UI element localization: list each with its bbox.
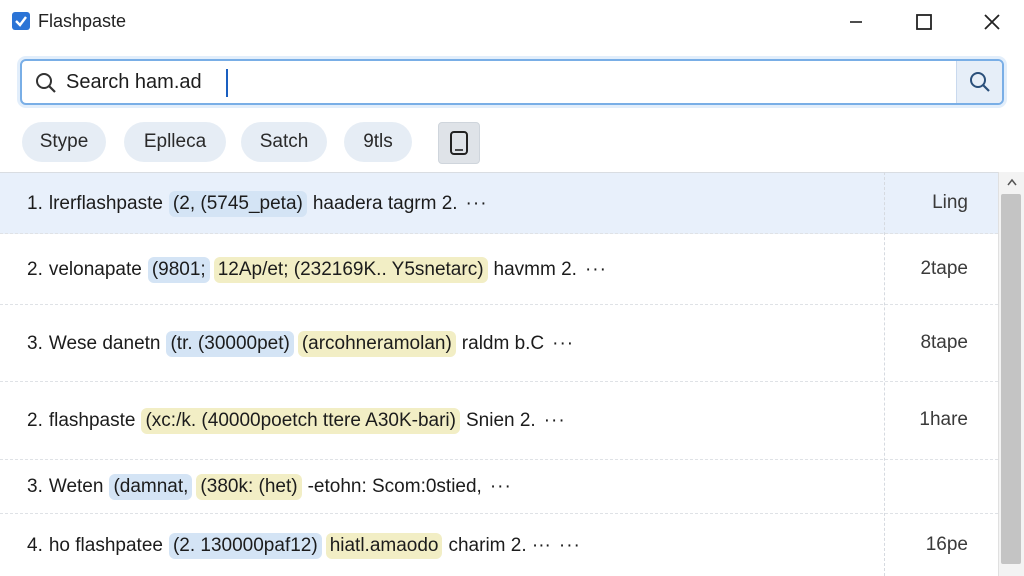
filter-chip-stype[interactable]: Stype (22, 122, 106, 162)
maximize-button[interactable] (902, 6, 946, 38)
list-item-number: 4. (27, 534, 43, 556)
list-item-title: ho flashpatee (48, 534, 163, 556)
list-item-tag: 12Ap/et; (232169K.. Y5snetarc) (213, 256, 488, 283)
list-item-number: 2. (27, 410, 43, 431)
list-item-tag: (2. 130000paf12) (168, 532, 322, 559)
chip-label: Stype (39, 131, 89, 152)
list-item-text: 4. ho flashpatee (2. 130000paf12) hiatl.ama… (27, 532, 581, 560)
list-item-text: 1. lrerflashpaste (2, (5745_peta) haadera t… (27, 190, 488, 218)
vertical-scrollbar[interactable] (998, 172, 1024, 576)
minimize-icon (850, 21, 862, 23)
list-item-number: 3. (27, 332, 43, 354)
list-item[interactable]: 2. velonapate (9801; 12Ap/et; (232169K.. Y5… (0, 234, 998, 305)
more-options-icon[interactable]: ··· (552, 333, 574, 355)
list-item-number: 1. (27, 192, 43, 214)
list-item-tag: (tr. (30000pet) (166, 330, 294, 357)
search-button-icon (969, 72, 990, 92)
list-item-meta: 2tape (920, 257, 968, 279)
list-item-meta: 8tape (920, 331, 968, 353)
list-item-meta: 16pe (925, 533, 968, 555)
list-item-text: 3. Weten (damnat, (380k: (het) -etohn: Scom:… (27, 473, 512, 501)
list-item-title: flashpaste (48, 410, 136, 431)
list-item-detail: raldm b.C (461, 332, 545, 354)
search-input[interactable] (66, 67, 946, 97)
chip-label: Eplleca (143, 131, 207, 152)
list-item-tag: (damnat, (109, 474, 193, 500)
device-toggle-button[interactable] (438, 122, 480, 164)
scroll-up-button[interactable] (999, 172, 1024, 192)
column-divider (884, 172, 885, 576)
more-options-icon[interactable]: ··· (490, 476, 512, 498)
minimize-button[interactable] (834, 6, 878, 38)
list-item-tag: hiatl.amaodo (325, 532, 443, 559)
list-item-detail: haadera tagrm 2. (312, 192, 458, 214)
app-window: Flashpaste Stype Eplleca Satch 9tls 1.lr… (0, 0, 1024, 576)
list-item[interactable]: 1. lrerflashpaste (2, (5745_peta) haadera t… (0, 173, 998, 234)
app-title: Flashpaste (38, 11, 127, 31)
chip-label: Satch (259, 131, 309, 152)
clip-list: 1. lrerflashpaste (2, (5745_peta) haadera t… (0, 172, 998, 576)
list-item-title: Wese danetn (48, 332, 161, 354)
list-item-tag: (2, (5745_peta) (168, 190, 307, 217)
list-item-detail: havmm 2. (493, 258, 577, 280)
search-icon (34, 71, 58, 100)
filter-chip-eplleca[interactable]: Eplleca (124, 122, 226, 162)
filter-chip-9tls[interactable]: 9tls (344, 122, 412, 162)
list-item-detail: charim 2. ··· (448, 534, 551, 556)
list-item-meta: Ling (932, 191, 968, 213)
list-item-number: 3. (27, 476, 43, 497)
filter-chip-satch[interactable]: Satch (241, 122, 327, 162)
list-item-tag: (380k: (het) (196, 474, 302, 500)
more-options-icon[interactable]: ··· (559, 535, 581, 557)
list-item-text: 2. velonapate (9801; 12Ap/et; (232169K.. Y5… (27, 256, 607, 284)
chip-label: 9tls (363, 131, 393, 152)
list-item-tag: (xc:/k. (40000poetch ttere A30K-bari) (141, 408, 460, 434)
close-icon (984, 14, 1000, 30)
list-item[interactable]: 3. Weten (damnat, (380k: (het) -etohn: Scom:… (0, 460, 998, 514)
list-item-tag: (arcohneramolan) (297, 330, 456, 357)
scroll-thumb[interactable] (1001, 194, 1021, 564)
checkmark-app-icon (12, 12, 30, 30)
list-item-title: lrerflashpaste (48, 192, 163, 214)
maximize-icon (916, 14, 932, 30)
list-item[interactable]: 2. flashpaste (xc:/k. (40000poetch ttere A… (0, 382, 998, 460)
list-item-text: 2. flashpaste (xc:/k. (40000poetch ttere A… (27, 407, 566, 435)
list-item[interactable]: 3. Wese danetn (tr. (30000pet) (arcohneramo… (0, 305, 998, 382)
list-item-title: Weten (48, 476, 104, 497)
more-options-icon[interactable]: ··· (544, 410, 566, 432)
more-options-icon[interactable]: ··· (585, 259, 607, 281)
search-button[interactable] (956, 61, 1002, 103)
more-options-icon[interactable]: ··· (466, 193, 488, 215)
search-bar (20, 59, 1004, 105)
mobile-device-icon (450, 131, 468, 155)
list-item-meta: 1hare (919, 409, 968, 430)
close-button[interactable] (970, 6, 1014, 38)
list-item-title: velonapate (48, 258, 142, 280)
list-item[interactable]: 4. ho flashpatee (2. 130000paf12) hiatl.ama… (0, 514, 998, 576)
list-item-tag: (9801; (147, 256, 210, 283)
list-item-text: 3. Wese danetn (tr. (30000pet) (arcohneramo… (27, 330, 574, 358)
list-item-number: 2. (27, 258, 43, 280)
text-caret (226, 69, 228, 97)
chevron-up-icon (1007, 178, 1017, 186)
title-bar: Flashpaste (0, 0, 1024, 44)
list-item-detail: Snien 2. (465, 410, 536, 431)
list-item-detail: -etohn: Scom:0stied, (307, 476, 482, 497)
